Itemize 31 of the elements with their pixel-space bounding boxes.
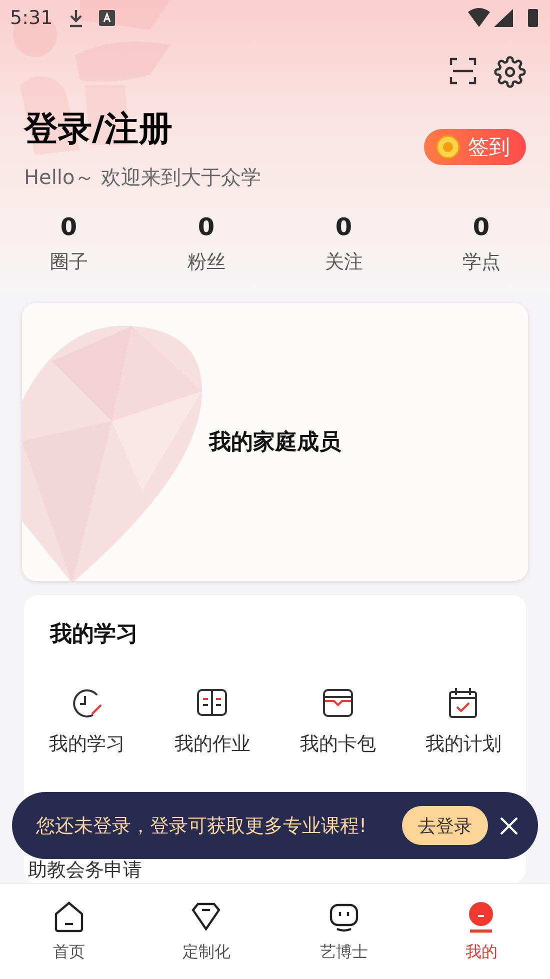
menu-item-label[interactable]: 我的学习 (48, 731, 125, 757)
scan-icon[interactable] (448, 56, 478, 86)
status-time: 5:31 (10, 7, 53, 29)
keyboard-icon (98, 10, 115, 26)
stat-label[interactable]: 粉丝 (187, 249, 226, 275)
menu-item-label[interactable]: 助教会务申请 (28, 857, 142, 883)
nav-tab[interactable]: 艺博士 (275, 884, 412, 979)
section-title: 我的学习 (48, 621, 139, 649)
stat-count: 0 (472, 213, 490, 241)
family-members-title: 我的家庭成员 (209, 428, 341, 457)
welcome-text: Hello～ 欢迎来到大于众学 (24, 164, 262, 191)
nav-tab[interactable]: 首页 (0, 884, 138, 979)
stat-label[interactable]: 圈子 (50, 249, 88, 275)
coin-icon (436, 135, 460, 159)
signal-status-icon (468, 7, 540, 29)
stat-label[interactable]: 关注 (324, 249, 363, 275)
family-card[interactable]: 我的家庭成员 (22, 303, 528, 581)
settings-icon[interactable] (494, 56, 526, 88)
menu-item-label[interactable]: 我的计划 (425, 731, 502, 757)
login-button[interactable]: 去登录 (402, 806, 488, 845)
stat-count: 0 (60, 213, 78, 241)
login-prompt-text: 您还未登录，登录可获取更多专业课程! (36, 814, 368, 838)
close-icon (498, 814, 520, 836)
menu-item-label[interactable]: 我的卡包 (300, 731, 376, 757)
login-register-title[interactable]: 登录/注册 (24, 106, 262, 152)
menu-item-label[interactable]: 我的作业 (174, 731, 250, 757)
stat-count: 0 (198, 213, 215, 241)
stat-label[interactable]: 学点 (462, 249, 500, 275)
nav-tab[interactable]: 定制化 (138, 884, 275, 979)
nav-tab[interactable]: 我的 (412, 884, 550, 979)
stat-count: 0 (335, 213, 352, 241)
